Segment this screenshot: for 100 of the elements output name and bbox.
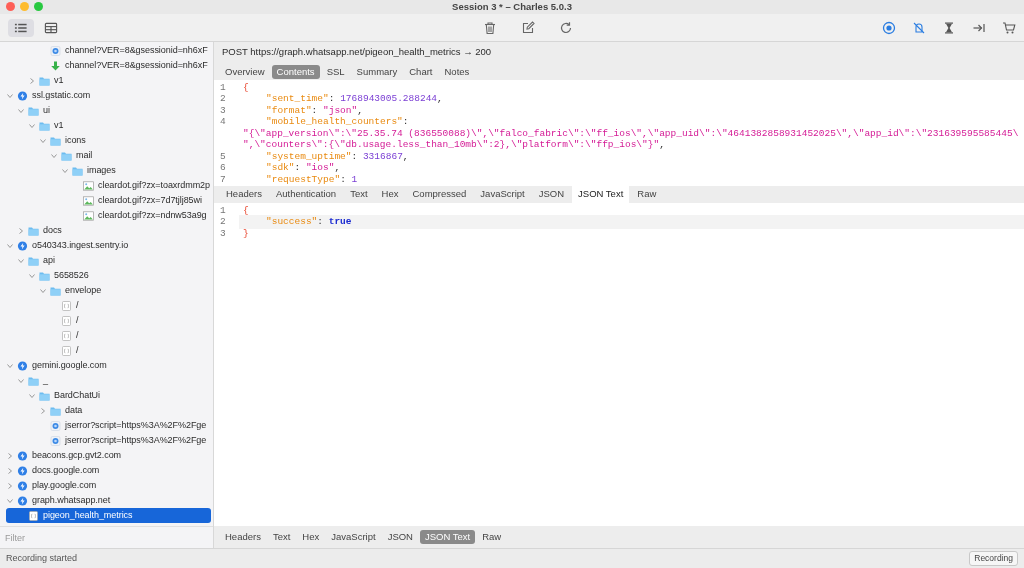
tree-row[interactable]: api [6, 253, 211, 268]
minimize-button[interactable] [20, 2, 29, 11]
tree-row[interactable]: / [6, 298, 211, 313]
tree-row[interactable]: channel?VER=8&gsessionid=nh6xF [6, 58, 211, 73]
tree-row[interactable]: gemini.google.com [6, 358, 211, 373]
zoom-button[interactable] [34, 2, 43, 11]
folder-icon [50, 135, 61, 146]
tab[interactable]: Summary [351, 64, 403, 79]
recording-button[interactable]: Recording [969, 551, 1018, 566]
list-view-button[interactable] [8, 18, 34, 37]
document-icon [61, 345, 72, 356]
tree-row[interactable]: cleardot.gif?zx=toaxrdmm2p [6, 178, 211, 193]
tree-row[interactable]: channel?VER=8&gsessionid=nh6xF [6, 43, 211, 58]
tab[interactable]: Text [344, 186, 374, 203]
crossed-out-icon[interactable] [912, 20, 926, 35]
tree-row[interactable]: data [6, 403, 211, 418]
line-number: 2 [220, 93, 226, 105]
tree-row[interactable]: pigeon_health_metrics [6, 508, 211, 523]
down-arrow-icon [50, 60, 61, 71]
tree-row[interactable]: docs.google.com [6, 463, 211, 478]
refresh-icon[interactable] [559, 20, 573, 35]
tab[interactable]: Headers [220, 186, 268, 203]
tree-row[interactable]: _ [6, 373, 211, 388]
code-line: { [242, 80, 250, 95]
tab[interactable]: JSON [532, 186, 571, 203]
status-message: Recording started [6, 551, 78, 565]
tab[interactable]: Raw [631, 186, 663, 203]
tree-row[interactable]: play.google.com [6, 478, 211, 493]
tab[interactable]: Chart [404, 64, 438, 79]
chevron-right-icon[interactable] [39, 406, 47, 415]
tab[interactable]: JSON [382, 530, 418, 544]
tab[interactable]: Compressed [406, 186, 473, 203]
code-line: "requestType": 1 [265, 172, 359, 186]
image-icon [83, 180, 94, 191]
tab[interactable]: SSL [321, 64, 350, 79]
tree-row[interactable]: ui [6, 103, 211, 118]
document-icon [28, 510, 39, 521]
tree-row[interactable]: icons [6, 133, 211, 148]
image-icon [83, 195, 94, 206]
hourglass-icon[interactable] [942, 20, 956, 35]
tree-row[interactable]: cleardot.gif?zx=7d7tjlj85wi [6, 193, 211, 208]
tree-row[interactable]: v1 [6, 73, 211, 88]
line-number: 1 [220, 81, 226, 93]
line-number: 3 [220, 227, 226, 239]
folder-icon [28, 105, 39, 116]
trash-icon[interactable] [483, 20, 497, 35]
folder-icon [28, 255, 39, 266]
globe-icon [50, 45, 61, 56]
tab[interactable]: Authentication [269, 186, 343, 203]
host-icon [17, 480, 28, 491]
tree-row[interactable]: cleardot.gif?zx=ndnw53a9g [6, 208, 211, 223]
folder-icon [39, 75, 50, 86]
window-title: Session 3 * – Charles 5.0.3 [452, 0, 572, 14]
tab[interactable]: Notes [439, 64, 475, 79]
tree-row[interactable]: 5658526 [6, 268, 211, 283]
tree-row[interactable]: / [6, 328, 211, 343]
tab[interactable]: Hex [375, 186, 405, 203]
chevron-right-icon[interactable] [28, 76, 36, 85]
tab[interactable]: Raw [477, 530, 507, 544]
tree-row[interactable]: docs [6, 223, 211, 238]
cart-icon[interactable] [1002, 20, 1016, 35]
folder-icon [39, 120, 50, 131]
tree-row[interactable]: jserror?script=https%3A%2F%2Fge [6, 418, 211, 433]
host-icon [17, 465, 28, 476]
folder-icon [50, 285, 61, 296]
tab[interactable]: Hex [297, 530, 325, 544]
close-button[interactable] [6, 2, 15, 11]
code-line: ",\"counters\":{\"db.usage.less_than_10mb\":2},\"platform\":\"ffp_ios\"}", [242, 138, 666, 152]
code-line: { [242, 203, 250, 218]
tree-row[interactable]: o540343.ingest.sentry.io [6, 238, 211, 253]
folder-icon [28, 225, 39, 236]
tree-row[interactable]: envelope [6, 283, 211, 298]
tab[interactable]: JavaScript [474, 186, 531, 203]
tree-row[interactable]: ssl.gstatic.com [6, 88, 211, 103]
folder-icon [39, 270, 50, 281]
tree-row[interactable]: mail [6, 148, 211, 163]
chevron-right-icon[interactable] [17, 226, 25, 235]
globe-icon [50, 420, 61, 431]
tab[interactable]: JavaScript [326, 530, 381, 544]
tree-row[interactable]: v1 [6, 118, 211, 133]
edit-icon[interactable] [521, 20, 535, 35]
code-line: "system_uptime": 3316867, [265, 149, 410, 163]
tree-row[interactable]: BardChatUi [6, 388, 211, 403]
tree-row[interactable]: jserror?script=https%3A%2F%2Fge [6, 433, 211, 448]
line-number: 4 [220, 116, 226, 128]
code-line: "format": "json", [265, 103, 364, 117]
tree-row[interactable]: / [6, 343, 211, 358]
request-summary: POST https://graph.whatsapp.net/pigeon_health_metrics → 200 [214, 42, 1024, 63]
tab[interactable]: JSON Text [572, 186, 630, 203]
chevron-down-icon[interactable] [6, 496, 14, 505]
tree-row[interactable]: graph.whatsapp.net [6, 493, 211, 508]
tab[interactable]: Text [267, 530, 296, 544]
tree-row[interactable]: / [6, 313, 211, 328]
record-icon[interactable] [882, 20, 896, 35]
folder-icon [28, 375, 39, 386]
tab[interactable]: Overview [220, 64, 270, 79]
tree-row[interactable]: images [6, 163, 211, 178]
tab[interactable]: Headers [220, 530, 266, 544]
host-icon [17, 240, 28, 251]
tree-row[interactable]: beacons.gcp.gvt2.com [6, 448, 211, 463]
